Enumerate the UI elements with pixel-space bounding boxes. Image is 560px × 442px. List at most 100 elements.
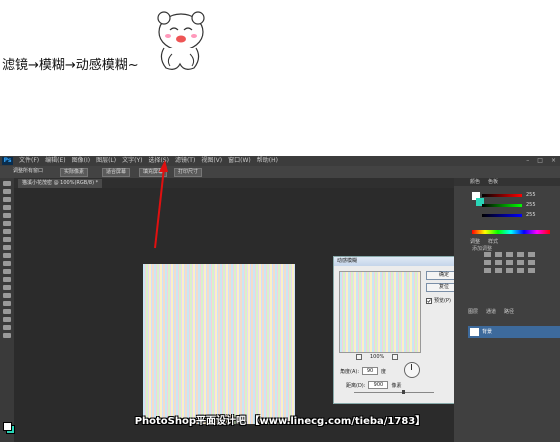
stamp-tool-icon[interactable] xyxy=(3,245,11,250)
distance-slider[interactable] xyxy=(354,390,434,394)
preview-label: 预览(P) xyxy=(434,298,451,304)
path-select-tool-icon[interactable] xyxy=(3,309,11,314)
watermark-text: PhotoShop平面设计吧 【www.linecg.com/tieba/178… xyxy=(134,416,426,427)
lasso-tool-icon[interactable] xyxy=(3,197,11,202)
dialog-title: 动感模糊 xyxy=(337,258,358,264)
filter-preview[interactable] xyxy=(339,271,421,353)
motion-blur-dialog: 动感模糊 × 100% 确定 复位 预览(P) 角度(A): 90 度 距离(D… xyxy=(333,256,467,404)
eyedropper-tool-icon[interactable] xyxy=(3,221,11,226)
menu-window[interactable]: 窗口(W) xyxy=(228,156,251,166)
pen-tool-icon[interactable] xyxy=(3,293,11,298)
gradient-tool-icon[interactable] xyxy=(3,269,11,274)
tab-swatches[interactable]: 色板 xyxy=(488,178,498,186)
black-white-icon[interactable] xyxy=(506,260,513,265)
options-bar: 调整所有窗口 实际像素 适合屏幕 填充屏幕 打印尺寸 xyxy=(0,166,560,178)
photoshop-window: Ps 文件(F) 编辑(E) 图像(I) 图层(L) 文字(Y) 选择(S) 滤… xyxy=(0,156,560,442)
distance-input[interactable]: 900 xyxy=(368,381,389,389)
red-slider[interactable] xyxy=(482,194,522,197)
distance-label: 距离(D): xyxy=(346,382,366,389)
threshold-icon[interactable] xyxy=(506,268,513,273)
brightness-icon[interactable] xyxy=(484,252,491,257)
minimize-icon[interactable]: – xyxy=(526,156,529,166)
zoom-tool-icon[interactable] xyxy=(3,333,11,338)
maximize-icon[interactable]: □ xyxy=(537,156,543,166)
option-print-size[interactable]: 打印尺寸 xyxy=(174,168,203,177)
exposure-icon[interactable] xyxy=(517,252,524,257)
right-panels: 颜色 色板 255 255 255 调整 样式 添加调整 图层 通道 路径 背景 xyxy=(454,178,560,442)
close-icon[interactable]: × xyxy=(551,156,556,166)
menu-image[interactable]: 图像(I) xyxy=(72,156,90,166)
document-tab[interactable]: 猫溪小花茂密 @ 100%(RGB/8) * xyxy=(18,179,103,188)
menu-edit[interactable]: 编辑(E) xyxy=(45,156,65,166)
angle-dial[interactable] xyxy=(404,362,420,378)
tab-color[interactable]: 颜色 xyxy=(470,178,480,186)
healing-tool-icon[interactable] xyxy=(3,229,11,234)
option-resize-windows[interactable]: 调整所有窗口 xyxy=(10,168,46,175)
history-brush-tool-icon[interactable] xyxy=(3,253,11,258)
angle-label: 角度(A): xyxy=(340,368,360,375)
dodge-tool-icon[interactable] xyxy=(3,285,11,290)
distance-unit: 像素 xyxy=(391,382,402,389)
photoshop-logo: Ps xyxy=(2,157,13,165)
brush-tool-icon[interactable] xyxy=(3,237,11,242)
posterize-icon[interactable] xyxy=(495,268,502,273)
hand-tool-icon[interactable] xyxy=(3,325,11,330)
green-value[interactable]: 255 xyxy=(526,202,536,208)
tab-paths[interactable]: 路径 xyxy=(504,308,514,315)
color-spectrum-bar[interactable] xyxy=(472,230,550,234)
preview-checkbox[interactable] xyxy=(426,297,432,304)
menu-layer[interactable]: 图层(L) xyxy=(96,156,116,166)
red-value[interactable]: 255 xyxy=(526,192,536,198)
hue-icon[interactable] xyxy=(484,260,491,265)
menu-help[interactable]: 帮助(H) xyxy=(257,156,278,166)
curves-icon[interactable] xyxy=(506,252,513,257)
layer-thumbnail xyxy=(470,328,479,336)
blur-tool-icon[interactable] xyxy=(3,277,11,282)
option-actual-pixels[interactable]: 实际像素 xyxy=(60,168,89,177)
add-adjustment-label: 添加调整 xyxy=(472,246,493,252)
tab-channels[interactable]: 通道 xyxy=(486,308,496,315)
channel-mixer-icon[interactable] xyxy=(528,260,535,265)
crop-tool-icon[interactable] xyxy=(3,213,11,218)
color-balance-icon[interactable] xyxy=(495,260,502,265)
type-tool-icon[interactable] xyxy=(3,301,11,306)
zoom-out-icon[interactable] xyxy=(356,354,362,360)
cartoon-bear-sticker xyxy=(157,11,205,70)
angle-input[interactable]: 90 xyxy=(362,367,379,375)
menu-file[interactable]: 文件(F) xyxy=(19,156,39,166)
marquee-tool-icon[interactable] xyxy=(3,189,11,194)
menu-view[interactable]: 视图(V) xyxy=(201,156,222,166)
levels-icon[interactable] xyxy=(495,252,502,257)
photo-filter-icon[interactable] xyxy=(517,260,524,265)
checkmark-icon xyxy=(427,298,431,303)
move-tool-icon[interactable] xyxy=(3,181,11,186)
blue-value[interactable]: 255 xyxy=(526,212,536,218)
shape-tool-icon[interactable] xyxy=(3,317,11,322)
preview-zoom-value: 100% xyxy=(370,354,385,360)
vibrance-icon[interactable] xyxy=(528,252,535,257)
layer-row-background[interactable]: 背景 xyxy=(468,326,560,338)
tab-layers[interactable]: 图层 xyxy=(468,308,478,315)
document-tab-row: 猫溪小花茂密 @ 100%(RGB/8) * xyxy=(14,178,454,188)
menu-type[interactable]: 文字(Y) xyxy=(122,156,142,166)
selective-color-icon[interactable] xyxy=(528,268,535,273)
tab-styles[interactable]: 样式 xyxy=(488,238,498,245)
menu-bar: Ps 文件(F) 编辑(E) 图像(I) 图层(L) 文字(Y) 选择(S) 滤… xyxy=(0,156,560,166)
toolbox xyxy=(0,178,15,442)
quick-select-tool-icon[interactable] xyxy=(3,205,11,210)
instruction-caption: 滤镜→模糊→动感模糊~ xyxy=(2,58,139,73)
layer-name: 背景 xyxy=(482,329,493,335)
angle-unit: 度 xyxy=(381,368,387,375)
green-slider[interactable] xyxy=(482,204,522,207)
invert-icon[interactable] xyxy=(484,268,491,273)
blue-slider[interactable] xyxy=(482,214,522,217)
document-canvas[interactable] xyxy=(143,264,295,424)
tab-adjustments[interactable]: 调整 xyxy=(470,238,480,245)
menu-filter[interactable]: 滤镜(T) xyxy=(175,156,195,166)
distance-slider-handle[interactable] xyxy=(402,390,405,394)
red-arrow-icon xyxy=(154,160,168,249)
eraser-tool-icon[interactable] xyxy=(3,261,11,266)
option-fit-screen[interactable]: 适合屏幕 xyxy=(102,168,131,177)
gradient-map-icon[interactable] xyxy=(517,268,524,273)
zoom-in-icon[interactable] xyxy=(392,354,399,360)
